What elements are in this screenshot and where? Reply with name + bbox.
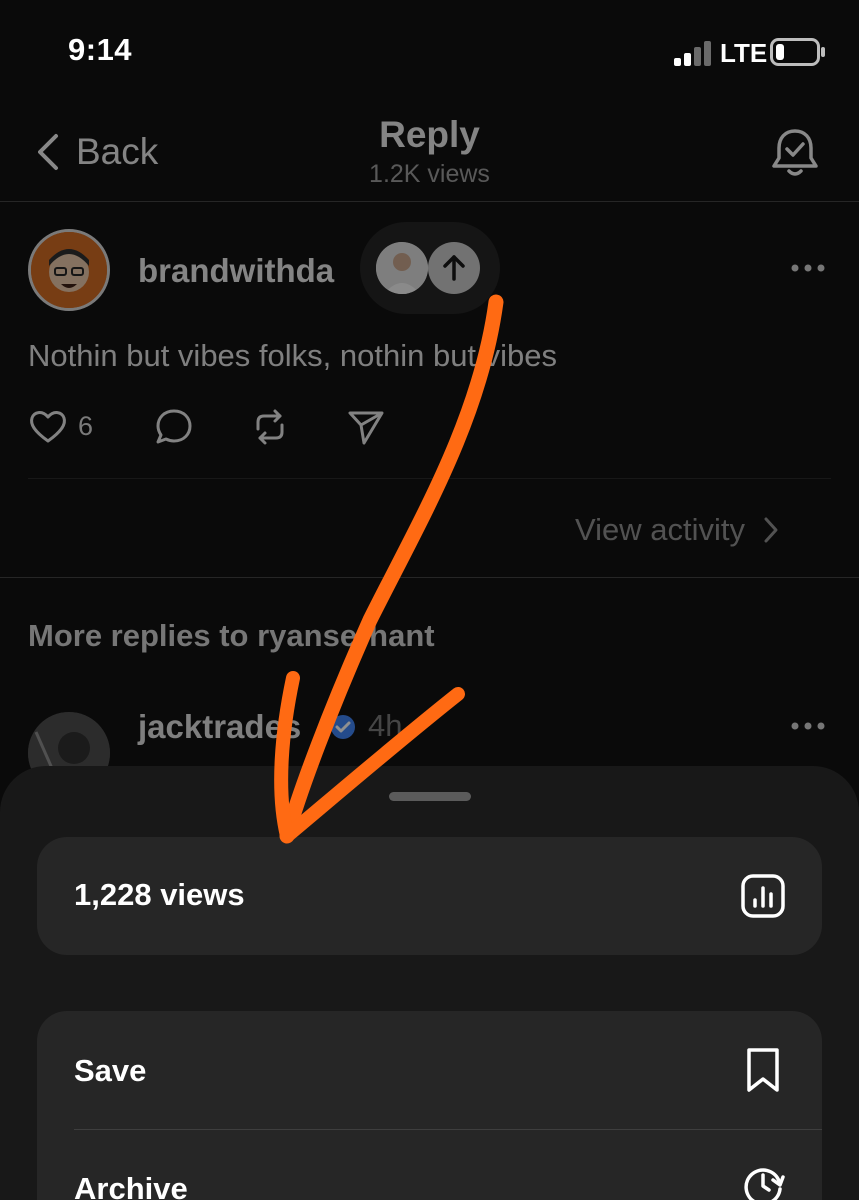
parent-avatar-photo [376, 242, 428, 294]
avatar-photo [31, 232, 107, 308]
post-text: Nothin but vibes folks, nothin but vibes [28, 338, 558, 373]
view-activity-link[interactable]: View activity [575, 510, 779, 550]
section-divider [0, 577, 859, 578]
network-label: LTE [720, 38, 768, 68]
battery-icon [770, 38, 825, 66]
nav-bar: Back Reply 1.2K views [0, 100, 859, 200]
reply-time: 4h [368, 708, 403, 743]
chevron-right-icon [764, 517, 778, 543]
more-options-icon[interactable] [790, 716, 826, 736]
more-options-icon[interactable] [790, 258, 826, 278]
bar-chart-icon [741, 874, 785, 918]
save-label: Save [74, 1053, 147, 1088]
status-time: 9:14 [68, 32, 133, 67]
repost-icon[interactable] [250, 407, 290, 447]
avatar[interactable] [28, 229, 110, 311]
bottom-sheet: 1,228 views Save Archive [0, 766, 859, 1200]
page-subtitle-views: 1.2K views [369, 160, 490, 188]
post-username[interactable]: brandwithda [138, 252, 334, 290]
signal-icon [674, 41, 711, 66]
more-replies-title: More replies to ryanserhant [28, 618, 435, 653]
share-send-icon[interactable] [346, 407, 386, 447]
parent-avatar-thumb [376, 242, 428, 294]
arrow-up-button[interactable] [428, 242, 480, 294]
heart-icon[interactable] [28, 407, 68, 447]
option-divider [74, 1129, 822, 1130]
page-title: Reply [379, 114, 480, 155]
view-activity-label: View activity [575, 512, 745, 547]
post-divider [28, 478, 831, 479]
sheet-grabber[interactable] [389, 792, 471, 801]
comment-icon[interactable] [154, 407, 194, 447]
bell-check-icon[interactable] [768, 126, 822, 180]
like-count: 6 [78, 411, 94, 441]
views-count: 1,228 views [74, 877, 245, 912]
scroll-to-top-pill[interactable] [360, 222, 500, 314]
views-row[interactable]: 1,228 views [37, 837, 822, 955]
archive-label: Archive [74, 1171, 188, 1200]
arrow-up-icon [443, 255, 465, 281]
reply-username[interactable]: jacktrades [138, 708, 301, 746]
options-group: Save Archive [37, 1011, 822, 1200]
archive-clock-icon [744, 1168, 785, 1200]
nav-divider [0, 201, 859, 202]
bookmark-icon [747, 1048, 779, 1092]
verified-badge-icon [331, 715, 355, 739]
status-bar: 9:14 LTE [0, 0, 859, 100]
